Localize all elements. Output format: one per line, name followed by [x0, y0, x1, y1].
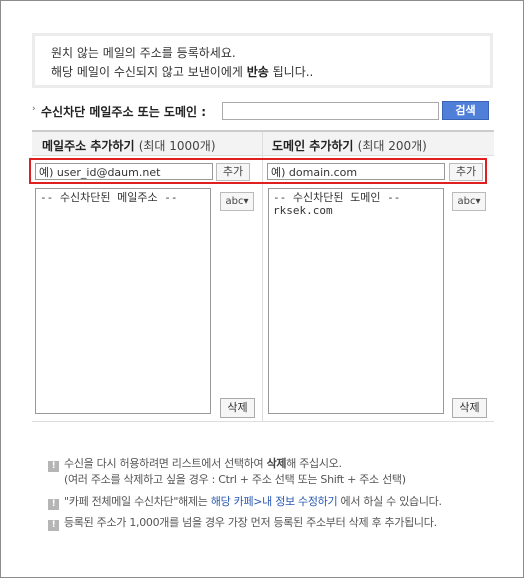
info-note-2: ! "카페 전체메일 수신차단"해제는 해당 카페>내 정보 수정하기 에서 하실…	[48, 494, 442, 510]
domain-panel-title: 도메인 추가하기 (최대 200개)	[272, 137, 427, 154]
add-email-button[interactable]: 추가	[216, 163, 250, 181]
delete-domain-button[interactable]: 삭제	[452, 398, 487, 418]
info-note-1-bold: 삭제	[266, 457, 287, 470]
notice-box: 원치 않는 메일의 주소를 등록하세요. 해당 메일이 수신되지 않고 보낸이에…	[32, 33, 493, 88]
info-note-1-text: 수신을 다시 허용하려면 리스트에서 선택하여	[64, 457, 267, 470]
notice-line-2-text: 해당 메일이 수신되지 않고 보낸이에게	[51, 65, 247, 79]
info-note-2-end: 에서 하실 수 있습니다.	[337, 495, 442, 508]
info-note-2-text: "카페 전체메일 수신차단"해제는	[64, 495, 211, 508]
add-domain-button[interactable]: 추가	[449, 163, 483, 181]
info-note-1-sub: (여러 주소를 삭제하고 싶을 경우 : Ctrl + 주소 선택 또는 Shi…	[64, 473, 406, 486]
alert-icon: !	[48, 461, 59, 472]
alert-icon: !	[48, 499, 59, 510]
blocked-domain-list[interactable]: -- 수신차단된 도메인 -- rksek.com	[268, 188, 444, 414]
bullet-icon: ›	[32, 104, 36, 114]
sort-email-button[interactable]: abc▾	[220, 192, 254, 211]
email-panel-limit: (최대 1000개)	[138, 139, 216, 153]
list-item[interactable]: rksek.com	[273, 204, 439, 217]
search-label: 수신차단 메일주소 또는 도메인 :	[41, 105, 207, 119]
domain-panel-title-text: 도메인 추가하기	[272, 139, 354, 153]
search-button[interactable]: 검색	[442, 101, 489, 120]
alert-icon: !	[48, 520, 59, 531]
search-input[interactable]	[222, 102, 439, 120]
edit-cafe-info-link[interactable]: 해당 카페>내 정보 수정하기	[211, 495, 338, 508]
delete-email-button[interactable]: 삭제	[220, 398, 255, 418]
domain-panel-limit: (최대 200개)	[357, 139, 427, 153]
email-input[interactable]	[35, 163, 213, 180]
domain-input[interactable]	[267, 163, 445, 180]
notice-line-1: 원치 않는 메일의 주소를 등록하세요.	[51, 46, 236, 60]
search-row: › 수신차단 메일주소 또는 도메인 : 검색	[32, 100, 494, 122]
info-note-1: ! 수신을 다시 허용하려면 리스트에서 선택하여 삭제해 주십시오. (여러 주…	[48, 456, 406, 488]
panel-header: 메일주소 추가하기 (최대 1000개) 도메인 추가하기 (최대 200개)	[32, 132, 494, 156]
email-panel-title: 메일주소 추가하기 (최대 1000개)	[42, 137, 216, 154]
notice-line-2: 해당 메일이 수신되지 않고 보낸이에게 반송 됩니다..	[51, 63, 490, 82]
notice-line-2-end: 됩니다..	[268, 65, 314, 79]
info-note-1-end: 해 주십시오.	[286, 457, 342, 470]
sort-domain-button[interactable]: abc▾	[452, 192, 486, 211]
info-note-3-text: 등록된 주소가 1,000개를 넘을 경우 가장 먼저 등록된 주소부터 삭제 …	[64, 516, 437, 529]
list-item[interactable]: -- 수신차단된 도메인 --	[273, 191, 439, 204]
info-note-3: ! 등록된 주소가 1,000개를 넘을 경우 가장 먼저 등록된 주소부터 삭제…	[48, 515, 437, 531]
info-note-1-line: ! 수신을 다시 허용하려면 리스트에서 선택하여 삭제해 주십시오.	[48, 456, 406, 472]
blocked-email-list[interactable]: -- 수신차단된 메일주소 --	[35, 188, 211, 414]
notice-bounce-word: 반송	[246, 65, 269, 79]
list-item[interactable]: -- 수신차단된 메일주소 --	[40, 191, 206, 204]
email-panel-title-text: 메일주소 추가하기	[42, 139, 135, 153]
